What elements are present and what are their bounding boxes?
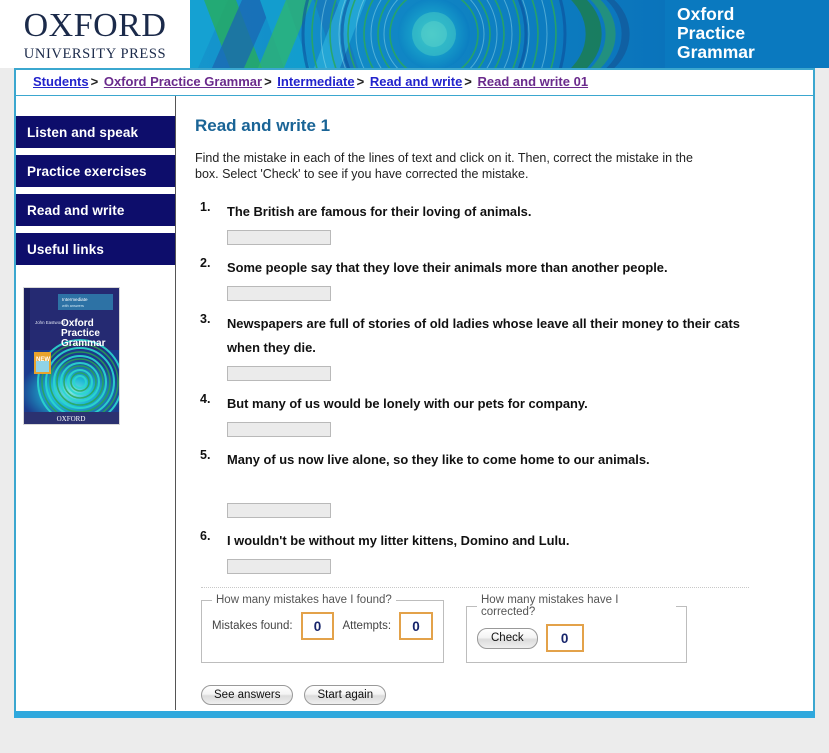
oup-logo-subtitle: UNIVERSITY PRESS bbox=[23, 45, 167, 62]
masthead: OXFORD UNIVERSITY PRESS Oxford Practice … bbox=[0, 0, 829, 68]
sidebar-item-label: Read and write bbox=[27, 202, 125, 218]
answer-input-2[interactable] bbox=[227, 286, 331, 301]
attempts-label: Attempts: bbox=[342, 620, 392, 632]
main-content: Read and write 1 Find the mistake in eac… bbox=[176, 96, 813, 710]
mistakes-corrected-panel: How many mistakes have I corrected? Chec… bbox=[466, 594, 687, 663]
content-frame: Students > Oxford Practice Grammar > Inter… bbox=[14, 68, 815, 711]
answer-input-6[interactable] bbox=[227, 559, 331, 574]
breadcrumb-separator: > bbox=[464, 74, 472, 89]
question-item-3: Newspapers are full of stories of old la… bbox=[200, 312, 789, 381]
page-root: OXFORD UNIVERSITY PRESS Oxford Practice … bbox=[0, 0, 829, 753]
question-item-6: I wouldn't be without my litter kittens,… bbox=[200, 529, 789, 574]
question-text[interactable]: I wouldn't be without my litter kittens,… bbox=[227, 529, 747, 553]
question-text[interactable]: Many of us now live alone, so they like … bbox=[227, 448, 747, 472]
breadcrumb-item-intermediate[interactable]: Intermediate bbox=[277, 74, 354, 89]
see-answers-button[interactable]: See answers bbox=[201, 685, 294, 705]
sidebar-item-label: Practice exercises bbox=[27, 163, 147, 179]
mistakes-corrected-row: Check 0 bbox=[477, 622, 676, 654]
attempts-value: 0 bbox=[399, 612, 433, 640]
section-divider bbox=[201, 587, 749, 588]
product-title: Oxford Practice Grammar bbox=[665, 0, 829, 68]
answer-input-5[interactable] bbox=[227, 503, 331, 518]
mistakes-found-legend: How many mistakes have I found? bbox=[216, 594, 392, 606]
banner-artwork bbox=[190, 0, 665, 68]
question-text[interactable]: But many of us would be lonely with our … bbox=[227, 392, 747, 416]
breadcrumb-item-read-and-write[interactable]: Read and write bbox=[370, 74, 462, 89]
answer-input-1[interactable] bbox=[227, 230, 331, 245]
instructions-text: Find the mistake in each of the lines of… bbox=[195, 151, 693, 181]
breadcrumb-separator: > bbox=[90, 74, 99, 89]
mistakes-corrected-legend: How many mistakes have I corrected? bbox=[481, 594, 619, 618]
breadcrumb: Students > Oxford Practice Grammar > Inter… bbox=[16, 70, 813, 96]
mistakes-found-row: Mistakes found: 0 Attempts: 0 bbox=[212, 610, 433, 642]
mistakes-found-panel: How many mistakes have I found? Mistakes… bbox=[201, 594, 444, 663]
question-text[interactable]: Newspapers are full of stories of old la… bbox=[227, 312, 747, 360]
breadcrumb-separator: > bbox=[356, 74, 365, 89]
page-title: Read and write 1 bbox=[195, 116, 331, 135]
sidebar-item-practice-exercises[interactable]: Practice exercises bbox=[16, 155, 175, 187]
question-item-5: Many of us now live alone, so they like … bbox=[200, 448, 789, 518]
sidebar-item-useful-links[interactable]: Useful links bbox=[16, 233, 175, 265]
book-cover-image[interactable]: NEW Intermediate with answers John Eastw… bbox=[23, 287, 120, 425]
svg-text:OXFORD: OXFORD bbox=[57, 415, 86, 423]
content-columns: Listen and speak Practice exercises Read… bbox=[16, 96, 813, 710]
answer-input-3[interactable] bbox=[227, 366, 331, 381]
answer-input-4[interactable] bbox=[227, 422, 331, 437]
product-title-line2: Practice bbox=[677, 23, 746, 43]
breadcrumb-item-students[interactable]: Students bbox=[33, 74, 89, 89]
sidebar-top-spacer bbox=[16, 96, 175, 116]
question-item-2: Some people say that they love their ani… bbox=[200, 256, 789, 301]
question-text[interactable]: Some people say that they love their ani… bbox=[227, 256, 747, 280]
start-again-button[interactable]: Start again bbox=[304, 685, 387, 705]
footer-bar bbox=[14, 711, 815, 718]
question-item-1: The British are famous for their loving … bbox=[200, 200, 789, 245]
sidebar-item-label: Listen and speak bbox=[27, 124, 139, 140]
sidebar-item-label: Useful links bbox=[27, 241, 104, 257]
svg-text:Grammar: Grammar bbox=[61, 338, 106, 349]
action-buttons: See answers Start again bbox=[201, 685, 789, 705]
question-item-4: But many of us would be lonely with our … bbox=[200, 392, 789, 437]
sidebar-item-listen-and-speak[interactable]: Listen and speak bbox=[16, 116, 175, 148]
oup-logo[interactable]: OXFORD UNIVERSITY PRESS bbox=[0, 0, 190, 68]
breadcrumb-item-oxford-practice-grammar[interactable]: Oxford Practice Grammar bbox=[104, 74, 262, 89]
mistakes-found-label: Mistakes found: bbox=[212, 620, 293, 632]
score-panels: How many mistakes have I found? Mistakes… bbox=[201, 594, 789, 663]
svg-text:with answers: with answers bbox=[62, 304, 84, 308]
sidebar: Listen and speak Practice exercises Read… bbox=[16, 96, 176, 710]
svg-text:Intermediate: Intermediate bbox=[62, 297, 88, 302]
question-text[interactable]: The British are famous for their loving … bbox=[227, 200, 747, 224]
product-title-line3: Grammar bbox=[677, 42, 755, 62]
check-button[interactable]: Check bbox=[477, 627, 538, 649]
breadcrumb-separator: > bbox=[264, 74, 272, 89]
product-title-line1: Oxford bbox=[677, 4, 735, 24]
oup-logo-title: OXFORD bbox=[23, 6, 167, 44]
mistakes-found-value: 0 bbox=[300, 612, 335, 640]
sidebar-item-read-and-write[interactable]: Read and write bbox=[16, 194, 175, 226]
mistakes-corrected-value: 0 bbox=[545, 624, 584, 652]
question-list: The British are famous for their loving … bbox=[195, 200, 789, 574]
breadcrumb-item-read-and-write-01[interactable]: Read and write 01 bbox=[478, 74, 589, 89]
